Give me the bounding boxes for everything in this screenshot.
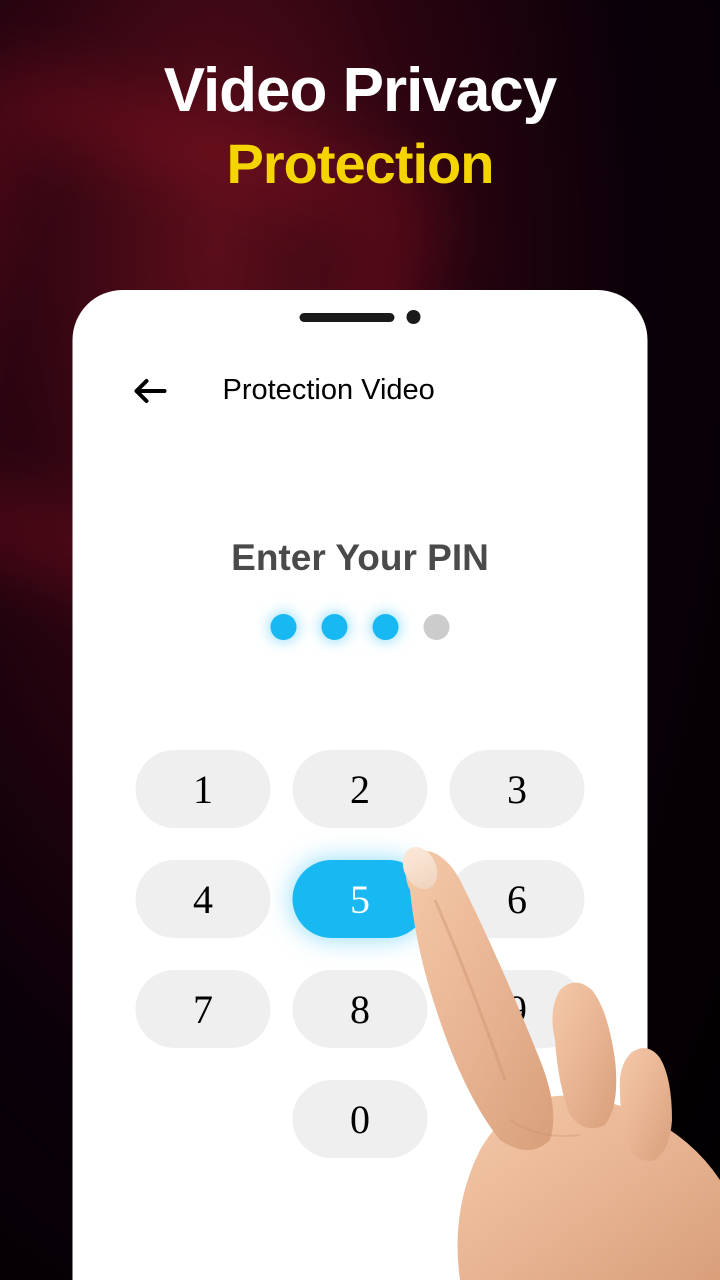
key-7[interactable]: 7 bbox=[136, 970, 271, 1048]
speaker-notch bbox=[73, 310, 648, 324]
key-0[interactable]: 0 bbox=[293, 1080, 428, 1158]
keypad-row-2: 4 5 6 bbox=[136, 860, 585, 938]
key-5[interactable]: 5 bbox=[293, 860, 428, 938]
hero-line1: Video Privacy bbox=[0, 55, 720, 126]
key-6[interactable]: 6 bbox=[450, 860, 585, 938]
key-9[interactable]: 9 bbox=[450, 970, 585, 1048]
keypad-row-4: 0 bbox=[293, 1080, 428, 1158]
keypad: 1 2 3 4 5 6 7 8 9 0 bbox=[73, 750, 648, 1158]
speaker-dot bbox=[407, 310, 421, 324]
pin-dot-2 bbox=[322, 614, 348, 640]
header-title: Protection Video bbox=[223, 374, 435, 407]
key-2[interactable]: 2 bbox=[293, 750, 428, 828]
key-8[interactable]: 8 bbox=[293, 970, 428, 1048]
pin-dot-4 bbox=[424, 614, 450, 640]
keypad-row-1: 1 2 3 bbox=[136, 750, 585, 828]
key-4[interactable]: 4 bbox=[136, 860, 271, 938]
keypad-row-3: 7 8 9 bbox=[136, 970, 585, 1048]
pin-dot-3 bbox=[373, 614, 399, 640]
hero-title: Video Privacy Protection bbox=[0, 0, 720, 196]
pin-prompt: Enter Your PIN bbox=[73, 537, 648, 579]
hero-line2: Protection bbox=[0, 131, 720, 196]
back-arrow-icon bbox=[133, 377, 168, 405]
pin-indicator bbox=[73, 614, 648, 640]
app-header: Protection Video bbox=[73, 374, 648, 407]
pin-dot-1 bbox=[271, 614, 297, 640]
key-1[interactable]: 1 bbox=[136, 750, 271, 828]
key-3[interactable]: 3 bbox=[450, 750, 585, 828]
phone-mockup: Protection Video Enter Your PIN 1 2 3 4 … bbox=[73, 290, 648, 1280]
speaker-bar bbox=[300, 313, 395, 322]
back-button[interactable] bbox=[133, 377, 168, 405]
